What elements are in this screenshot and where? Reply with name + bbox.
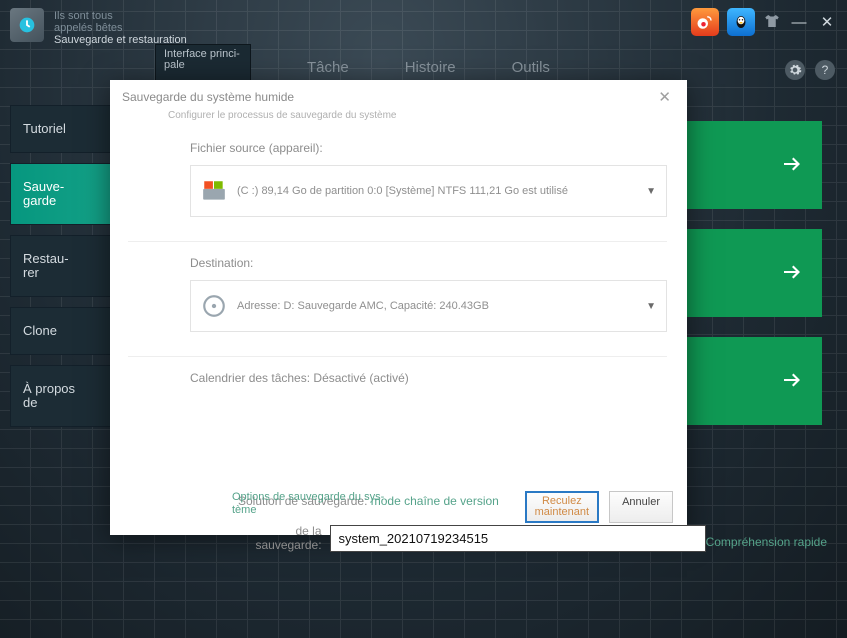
name-label: de la sauvegarde:	[232, 524, 322, 552]
help-icon[interactable]: ?	[815, 60, 835, 80]
tab-main[interactable]: Interface princi- pale	[155, 44, 251, 82]
windows-drive-icon	[201, 178, 227, 204]
divider	[128, 241, 667, 242]
sidebar-item-label: À propos de	[23, 382, 75, 410]
source-value: (C :) 89,14 Go de partition 0:0 [Système…	[237, 185, 568, 197]
arrow-right-icon	[780, 368, 804, 395]
disk-icon	[201, 293, 227, 319]
backup-now-button[interactable]: Reculez maintenant	[525, 491, 599, 523]
app-header: Ils sont tous appelés bêtes Sauvegarde e…	[0, 0, 847, 48]
backup-options-link[interactable]: Options de sauvegarde du sys- tème	[232, 491, 384, 517]
app-tagline-2: appelés bêtes	[54, 22, 187, 34]
app-tagline-1: Ils sont tous	[54, 10, 187, 22]
tab-history[interactable]: Histoire	[405, 59, 456, 82]
chevron-down-icon: ▼	[646, 301, 656, 312]
app-titles: Ils sont tous appelés bêtes Sauvegarde e…	[54, 10, 187, 47]
weibo-icon[interactable]	[691, 8, 719, 36]
schedule-text: Calendrier des tâches: Désactivé (activé…	[190, 371, 667, 385]
qq-icon[interactable]	[727, 8, 755, 36]
tab-tools[interactable]: Outils	[512, 59, 550, 82]
theme-icon[interactable]	[763, 12, 781, 33]
modal-header: Sauvegarde du système humide ✕	[110, 80, 687, 110]
sidebar-item-label: Clone	[23, 324, 57, 338]
cancel-button[interactable]: Annuler	[609, 491, 673, 523]
backup-name-input[interactable]	[330, 525, 707, 552]
arrow-right-icon	[780, 152, 804, 179]
app-logo	[10, 8, 44, 42]
sidebar-item-label: Sauve- garde	[23, 180, 64, 208]
modal-close-icon[interactable]: ✕	[654, 88, 675, 106]
footer-buttons: Reculez maintenant Annuler	[525, 491, 673, 523]
top-right-icons: ?	[785, 60, 835, 80]
settings-icon[interactable]	[785, 60, 805, 80]
dest-value: Adresse: D: Sauvegarde AMC, Capacité: 24…	[237, 300, 489, 312]
modal-body: Fichier source (appareil): (C :) 89,14 G…	[110, 129, 687, 535]
source-label: Fichier source (appareil):	[190, 141, 667, 155]
sidebar-item-label: Tutoriel	[23, 122, 66, 136]
dest-select[interactable]: Adresse: D: Sauvegarde AMC, Capacité: 24…	[190, 280, 667, 332]
modal-title: Sauvegarde du système humide	[122, 90, 294, 104]
source-select[interactable]: (C :) 89,14 Go de partition 0:0 [Système…	[190, 165, 667, 217]
dest-label: Destination:	[190, 256, 667, 270]
divider	[128, 356, 667, 357]
chevron-down-icon: ▼	[646, 186, 656, 197]
modal-subtitle: Configurer le processus de sauvegarde du…	[110, 110, 687, 129]
close-button[interactable]: ✕	[817, 13, 837, 31]
header-right: — ✕	[691, 8, 837, 36]
backup-name-row: de la sauvegarde:	[232, 524, 706, 552]
minimize-button[interactable]: —	[789, 14, 809, 31]
sidebar-item-label: Restau- rer	[23, 252, 69, 280]
arrow-right-icon	[780, 260, 804, 287]
backup-config-modal: Sauvegarde du système humide ✕ Configure…	[110, 80, 687, 535]
modal-footer: Options de sauvegarde du sys- tème Recul…	[232, 491, 673, 523]
top-tabs: Interface princi- pale Tâche Histoire Ou…	[155, 48, 550, 82]
quick-understanding-link[interactable]: Compréhension rapide	[706, 535, 827, 549]
tab-task[interactable]: Tâche	[307, 59, 349, 82]
